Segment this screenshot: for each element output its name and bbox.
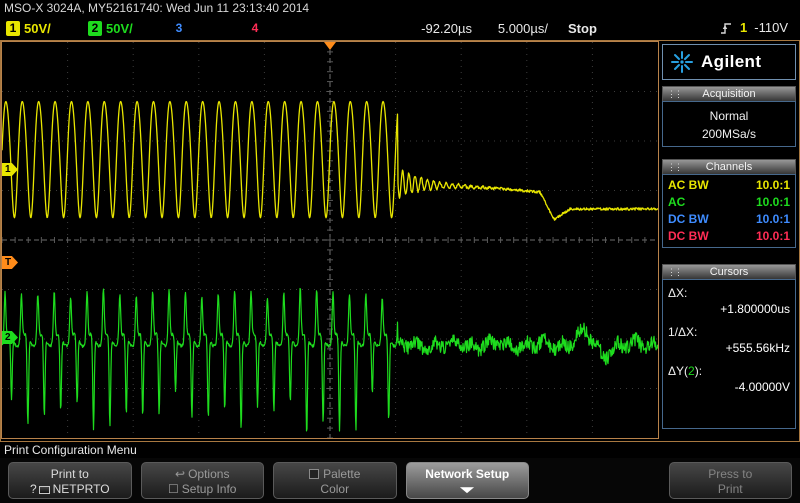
- run-state-indicator: Stop: [568, 21, 597, 36]
- cursor-dy-label: ΔY(2):: [668, 364, 703, 378]
- channel-row-3: DC BW 10.0:1: [668, 212, 790, 226]
- cursor-dx-label: ΔX:: [668, 286, 688, 300]
- cursors-panel: ΔX: +1.800000us 1/ΔX: +555.56kHz ΔY(2): …: [662, 279, 796, 429]
- sample-rate: 200MSa/s: [701, 127, 757, 141]
- softkey-bar: Print to ? NETPRTO ↩ Options ☐ Setup Info P…: [0, 458, 800, 503]
- statusbar-channel-3: 3: [172, 20, 190, 37]
- agilent-spark-icon: [671, 51, 693, 73]
- brand-name: Agilent: [701, 52, 762, 71]
- acquisition-mode: Normal: [709, 109, 749, 123]
- brand-box: Agilent: [662, 44, 796, 80]
- channels-header: Channels: [662, 159, 796, 174]
- grip-icon: [667, 265, 681, 280]
- back-arrow-icon: ↩: [175, 467, 186, 481]
- titlebar: MSO-X 3024A, MY52161740: Wed Jun 11 23:1…: [0, 0, 800, 17]
- channel-2-scale: 50V/: [106, 21, 133, 36]
- trigger-time-marker: [324, 42, 336, 50]
- horizontal-delay-readout: -92.20µs: [421, 21, 472, 36]
- statusbar-channel-1: 1 50V/: [6, 20, 51, 37]
- acquisition-header: Acquisition: [662, 86, 796, 101]
- channel-4-badge: 4: [251, 21, 259, 35]
- waveform-display: 1 T 2: [1, 41, 659, 439]
- softkey-press-to-print[interactable]: Press to Print: [668, 462, 792, 499]
- trigger-level: -110V: [754, 20, 788, 35]
- trigger-edge-icon: [721, 22, 732, 34]
- grip-icon: [667, 87, 681, 102]
- cursor-dx-value: +1.800000us: [720, 302, 790, 316]
- cursor-dy-value: -4.00000V: [734, 380, 790, 394]
- channel-3-badge: 3: [175, 21, 183, 35]
- softkey-options[interactable]: ↩ Options ☐ Setup Info: [140, 462, 264, 499]
- cursors-header: Cursors: [662, 264, 796, 279]
- timebase-readout: 5.000µs/: [497, 21, 548, 36]
- palette-icon: [309, 469, 320, 479]
- sidebar: Agilent Acquisition Normal 200MSa/s Chan…: [662, 44, 796, 440]
- statusbar: 1 50V/ 2 50V/ 3 4 -92.20µs 5.000µs/ Stop…: [0, 17, 800, 40]
- menu-title: Print Configuration Menu: [4, 443, 137, 457]
- acquisition-panel: Normal 200MSa/s: [662, 101, 796, 147]
- channel-2-badge: 2: [88, 21, 102, 36]
- channel-row-4: DC BW 10.0:1: [668, 229, 790, 243]
- trigger-source: 1: [740, 20, 748, 35]
- softkey-network-setup[interactable]: Network Setup ▼: [405, 462, 529, 499]
- channels-panel: AC BW 10.0:1 AC 10.0:1 DC BW 10.0:1 DC B…: [662, 174, 796, 248]
- titlebar-text: MSO-X 3024A, MY52161740: Wed Jun 11 23:1…: [4, 1, 310, 15]
- printer-icon: [38, 486, 50, 494]
- checkbox-icon: ☐: [168, 482, 179, 496]
- channel-1-scale: 50V/: [24, 21, 51, 36]
- softkey-print-to[interactable]: Print to ? NETPRTO: [8, 462, 132, 499]
- cursor-inv-dx-label: 1/ΔX:: [668, 325, 698, 339]
- statusbar-channel-2: 2 50V/: [88, 20, 133, 37]
- channel-row-2: AC 10.0:1: [668, 195, 790, 209]
- trigger-readout: 1 -110V: [720, 20, 788, 35]
- cursor-dy-channel: 2: [688, 364, 695, 378]
- statusbar-channel-4: 4: [248, 20, 266, 37]
- cursor-inv-dx-value: +555.56kHz: [725, 341, 790, 355]
- softkey-palette[interactable]: Palette Color: [273, 462, 397, 499]
- grip-icon: [667, 160, 681, 175]
- softkey-empty: [538, 462, 660, 499]
- channel-1-badge: 1: [6, 21, 20, 36]
- waveform-canvas: [2, 42, 658, 438]
- down-arrow-icon: ▼: [455, 485, 480, 496]
- channel-row-1: AC BW 10.0:1: [668, 178, 790, 192]
